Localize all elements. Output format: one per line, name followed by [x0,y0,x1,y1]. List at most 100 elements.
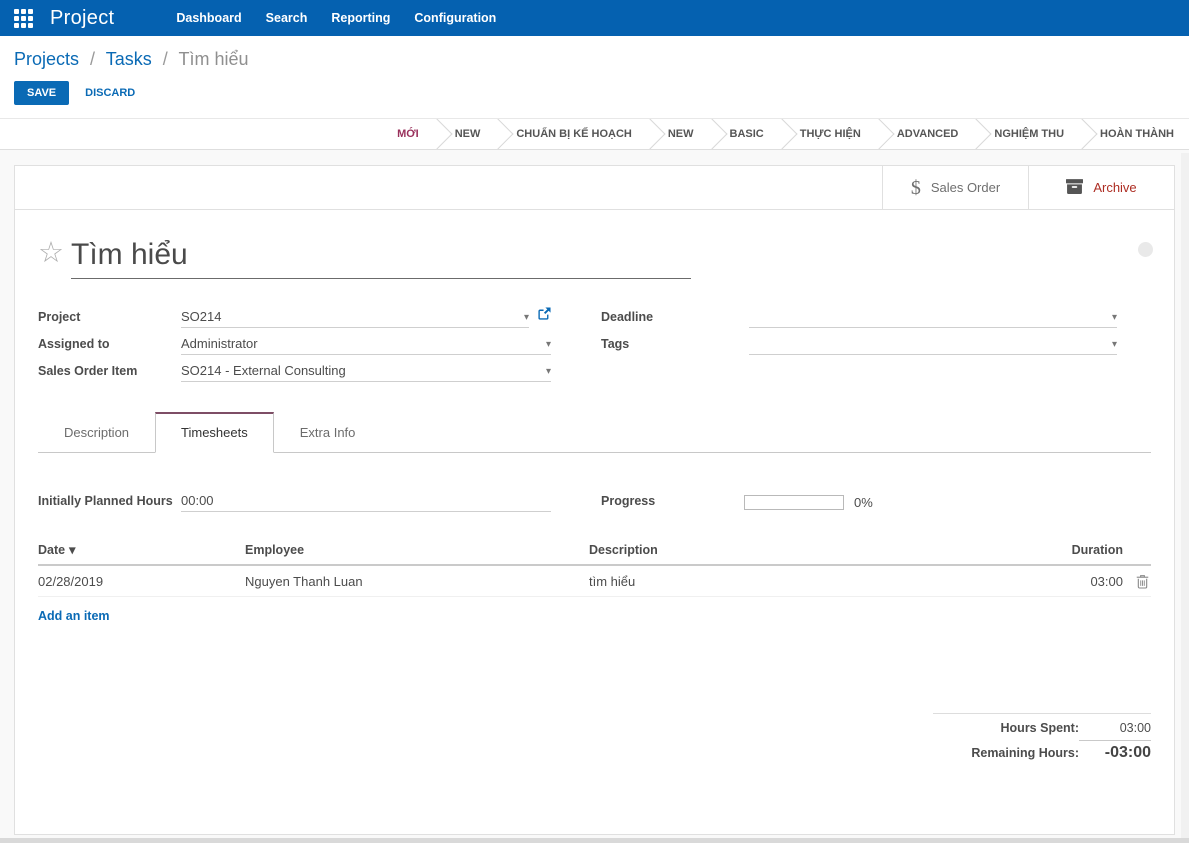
favorite-star-icon[interactable]: ☆ [38,238,64,268]
nav-menu: Dashboard Search Reporting Configuration [164,11,508,25]
delete-row-button[interactable] [1136,574,1149,589]
tab-description[interactable]: Description [38,412,155,453]
progress-label: Progress [601,494,744,512]
hours-spent-label: Hours Spent: [1001,721,1079,735]
planned-hours-input[interactable]: 00:00 [181,493,551,512]
breadcrumb: Projects / Tasks / Tìm hiểu [14,49,1175,70]
chevron-down-icon[interactable]: ▾ [524,312,529,324]
top-navbar: Project Dashboard Search Reporting Confi… [0,0,1189,36]
cell-duration[interactable]: 03:00 [1043,574,1123,589]
hours-spent-value: 03:00 [1079,721,1151,735]
timesheets-tab-content: Initially Planned Hours 00:00 Progress 0… [38,453,1151,762]
chevron-down-icon[interactable]: ▾ [546,339,551,351]
sales-order-item-input[interactable]: SO214 - External Consulting ▾ [181,363,551,382]
title-row: ☆ Tìm hiểu [38,238,1151,279]
stat-button-box: $ Sales Order Archive [15,166,1174,210]
column-header-date[interactable]: Date▾ [38,542,245,557]
planned-progress-row: Initially Planned Hours 00:00 Progress 0… [38,485,1151,512]
field-assigned-to: Assigned to Administrator ▾ [38,328,551,355]
chevron-separator-icon [766,118,797,149]
archive-button[interactable]: Archive [1028,166,1174,209]
field-tags: Tags ▾ [601,328,1117,355]
stage-statusbar: MỚI NEW CHUẨN BỊ KẾ HOẠCH NEW BASIC THỰC… [0,118,1189,150]
chevron-down-icon[interactable]: ▾ [1112,312,1117,324]
notebook-tabs: Description Timesheets Extra Info [38,412,1151,453]
horizontal-scrollbar[interactable] [0,838,1189,843]
stage-thuc-hien[interactable]: THỰC HIỆN [787,128,874,140]
field-planned-hours: Initially Planned Hours 00:00 [38,485,551,512]
nav-reporting[interactable]: Reporting [319,11,402,25]
breadcrumb-separator: / [163,49,168,69]
project-input[interactable]: SO214 ▾ [181,309,529,328]
breadcrumb-current: Tìm hiểu [178,49,248,69]
external-link-icon[interactable] [538,307,551,328]
progress-percent: 0% [854,495,873,510]
hours-spent-row: Hours Spent: 03:00 [933,721,1151,735]
planned-hours-label: Initially Planned Hours [38,494,181,512]
discard-button[interactable]: DISCARD [85,87,135,99]
control-panel: Projects / Tasks / Tìm hiểu SAVE DISCARD [0,36,1189,118]
archive-box-icon [1066,179,1083,197]
chevron-down-icon[interactable]: ▾ [1112,339,1117,351]
timesheet-row[interactable]: 02/28/2019 Nguyen Thanh Luan tìm hiểu 03… [38,566,1151,597]
save-button[interactable]: SAVE [14,81,69,105]
remaining-hours-row: Remaining Hours: -03:00 [933,738,1151,762]
fields-left-column: Project SO214 ▾ Assigned to Administrato… [38,301,551,382]
chevron-separator-icon [483,118,514,149]
nav-search[interactable]: Search [254,11,320,25]
breadcrumb-tasks[interactable]: Tasks [106,49,152,69]
assigned-to-label: Assigned to [38,337,181,355]
remaining-hours-value: -03:00 [1079,740,1151,762]
remaining-hours-label: Remaining Hours: [971,746,1079,760]
apps-menu-button[interactable] [12,7,34,29]
project-label: Project [38,310,181,328]
task-title-input[interactable]: Tìm hiểu [71,238,691,279]
chevron-separator-icon [634,118,665,149]
field-progress: Progress 0% [601,485,1117,512]
progress-bar [744,495,844,510]
cell-employee[interactable]: Nguyen Thanh Luan [245,574,589,589]
deadline-label: Deadline [601,310,749,328]
stage-nghiem-thu[interactable]: NGHIỆM THU [981,128,1077,140]
timesheet-header-row: Date▾ Employee Description Duration [38,542,1151,566]
dollar-icon: $ [911,178,921,198]
chevron-separator-icon [1066,118,1097,149]
chevron-separator-icon [696,118,727,149]
nav-configuration[interactable]: Configuration [402,11,508,25]
column-header-employee[interactable]: Employee [245,543,589,557]
sales-order-item-label: Sales Order Item [38,364,181,382]
tags-label: Tags [601,337,749,355]
cell-date[interactable]: 02/28/2019 [38,574,245,589]
chevron-separator-icon [961,118,992,149]
apps-grid-icon [14,9,33,28]
add-an-item-link[interactable]: Add an item [38,609,110,623]
timesheet-table: Date▾ Employee Description Duration 02/2… [38,542,1151,625]
deadline-input[interactable]: ▾ [749,309,1117,328]
stage-hoan-thanh[interactable]: HOÀN THÀNH [1087,128,1187,140]
column-header-description[interactable]: Description [589,543,1043,557]
nav-dashboard[interactable]: Dashboard [164,11,253,25]
tags-input[interactable]: ▾ [749,336,1117,355]
chevron-down-icon[interactable]: ▾ [546,366,551,378]
cell-description[interactable]: tìm hiểu [589,574,1043,589]
app-name[interactable]: Project [50,7,114,30]
kanban-state-dot-icon[interactable] [1138,242,1153,257]
sort-desc-icon: ▾ [69,543,75,557]
sales-order-button[interactable]: $ Sales Order [882,166,1028,209]
assigned-to-input[interactable]: Administrator ▾ [181,336,551,355]
column-header-duration[interactable]: Duration [1043,543,1123,557]
stage-advanced[interactable]: ADVANCED [884,128,972,140]
vertical-scrollbar[interactable] [1181,153,1189,838]
breadcrumb-separator: / [90,49,95,69]
control-panel-buttons: SAVE DISCARD [14,81,1175,105]
field-deadline: Deadline ▾ [601,301,1117,328]
field-sales-order-item: Sales Order Item SO214 - External Consul… [38,355,551,382]
form-sheet: ☆ Tìm hiểu Project SO214 ▾ [15,210,1174,762]
breadcrumb-projects[interactable]: Projects [14,49,79,69]
timesheet-totals: Hours Spent: 03:00 Remaining Hours: -03:… [933,713,1151,762]
tab-extra-info[interactable]: Extra Info [274,412,382,453]
add-item-row: Add an item [38,607,1151,625]
fields-right-column: Deadline ▾ Tags ▾ [601,301,1117,382]
tab-timesheets[interactable]: Timesheets [155,412,274,453]
stage-chuan-bi-ke-hoach[interactable]: CHUẨN BỊ KẾ HOẠCH [503,128,645,140]
